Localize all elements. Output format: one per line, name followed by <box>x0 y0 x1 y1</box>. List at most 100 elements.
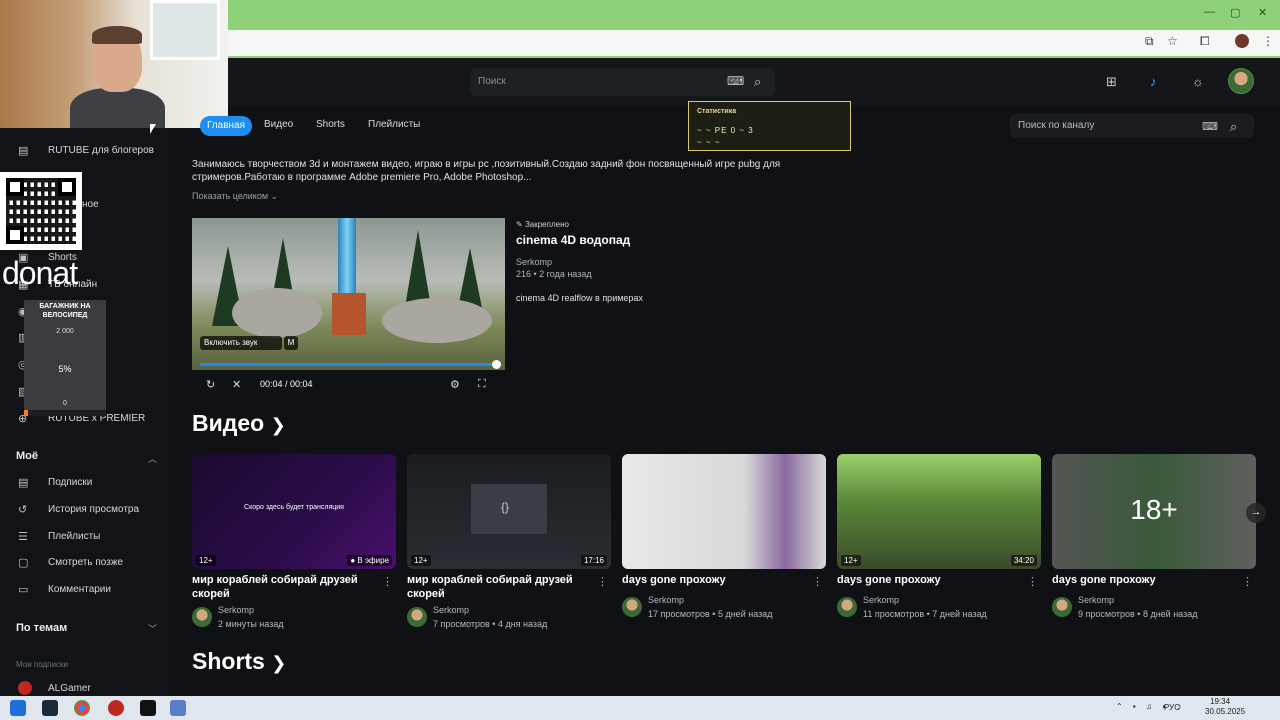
channel-description: Занимаюсь творчеством 3d и монтажем виде… <box>192 159 781 183</box>
channel-avatar[interactable] <box>1052 597 1072 617</box>
tab-shorts[interactable]: Shorts <box>316 119 345 130</box>
sidebar-item-label: RUTUBE для блогеров <box>48 145 154 156</box>
tab-playlists[interactable]: Плейлисты <box>368 119 420 130</box>
sidebar-item[interactable]: ▤ RUTUBE для блогеров <box>0 140 174 162</box>
windows-start-icon[interactable] <box>10 700 26 716</box>
video-author[interactable]: Serkomp <box>1078 595 1114 605</box>
taskbar <box>0 696 1280 720</box>
close-icon[interactable]: ✕ <box>1258 6 1267 19</box>
shorts-section-title[interactable]: Shorts ❯ <box>192 648 286 675</box>
video-author[interactable]: Serkomp <box>863 595 899 605</box>
tab-videos[interactable]: Видео <box>264 119 293 130</box>
video-author[interactable]: Serkomp <box>218 605 254 615</box>
more-options-icon[interactable]: ⋮ <box>1242 575 1253 588</box>
duration-badge: 17:16 <box>580 555 607 566</box>
video-thumbnail[interactable]: 18+ <box>1052 454 1256 569</box>
chrome-icon[interactable] <box>74 700 90 716</box>
video-author[interactable]: Serkomp <box>433 605 469 615</box>
sidebar-mine-item[interactable]: ↺ История просмотра <box>0 499 174 521</box>
player-scrubber[interactable] <box>492 360 501 369</box>
chevron-down-icon[interactable]: ﹀ <box>148 622 157 635</box>
user-avatar[interactable] <box>1228 68 1254 94</box>
channel-search-icon[interactable]: ⌕ <box>1230 119 1237 135</box>
sidebar-item-label: История просмотра <box>48 504 140 515</box>
maximize-icon[interactable]: ▢ <box>1230 6 1240 19</box>
sidebar-section-topics[interactable]: По темам <box>16 622 67 634</box>
address-bar-strip <box>228 28 1280 58</box>
channel-avatar[interactable] <box>192 607 212 627</box>
video-thumbnail[interactable]: Скоро здесь будет трансляция 12+ ● В эфире <box>192 454 396 569</box>
steam-icon[interactable] <box>42 700 58 716</box>
install-app-icon[interactable]: ⧉ <box>1145 34 1154 49</box>
mouse-cursor-icon <box>150 124 156 134</box>
notifications-icon[interactable]: ♪ <box>1150 74 1157 89</box>
video-title[interactable]: мир кораблей собирай друзей скорей <box>407 573 587 601</box>
video-thumbnail[interactable] <box>622 454 826 569</box>
chevron-up-icon[interactable]: ︿ <box>148 452 157 465</box>
fullscreen-icon[interactable]: ⛶ <box>478 378 486 391</box>
settings-gear-icon[interactable]: ⚙ <box>450 378 460 391</box>
upload-icon[interactable]: ⊞ <box>1106 74 1117 90</box>
goal-percent: 5% <box>58 364 72 374</box>
sidebar-mine-item[interactable]: ▭ Комментарии <box>0 579 174 601</box>
sidebar-mine-item[interactable]: ▢ Смотреть позже <box>0 552 174 574</box>
search-icon[interactable]: ⌕ <box>754 74 761 90</box>
video-title[interactable]: days gone прохожу <box>622 573 802 587</box>
video-author[interactable]: Serkomp <box>648 595 684 605</box>
show-more-link[interactable]: Показать целиком ⌄ <box>192 191 278 202</box>
pin-icon: ✎ <box>516 220 523 229</box>
more-options-icon[interactable]: ⋮ <box>597 575 608 588</box>
theme-toggle-icon[interactable]: ☼ <box>1192 74 1204 89</box>
channel-avatar[interactable] <box>622 597 642 617</box>
featured-video-author[interactable]: Serkomp <box>516 257 552 267</box>
stats-line-2: ~ ~ ~ <box>697 138 721 147</box>
chevron-right-icon: ❯ <box>271 653 287 673</box>
player-progress-bar[interactable] <box>200 363 497 366</box>
active-app-icon[interactable] <box>170 700 186 716</box>
featured-video-title[interactable]: cinema 4D водопад <box>516 233 630 247</box>
clock-time[interactable]: 19:34 <box>1210 697 1230 706</box>
stats-line-1: ~ ~ PE 0 ~ 3 <box>697 126 754 135</box>
address-bar[interactable] <box>228 30 1280 56</box>
mute-icon[interactable]: ✕ <box>232 378 241 391</box>
unmute-button[interactable]: Включить звук <box>200 336 282 350</box>
show-more-label: Показать целиком <box>192 191 269 201</box>
videos-section-title[interactable]: Видео ❯ <box>192 410 286 437</box>
terminal-icon[interactable] <box>140 700 156 716</box>
donat-label: donat <box>2 255 78 291</box>
extensions-icon[interactable]: ⧠ <box>1200 34 1210 49</box>
tab-home[interactable]: Главная <box>200 116 252 136</box>
clock-date[interactable]: 30.05.2025 <box>1205 707 1245 716</box>
more-options-icon[interactable]: ⋮ <box>812 575 823 588</box>
channel-avatar[interactable] <box>837 597 857 617</box>
bookmark-star-icon[interactable]: ☆ <box>1167 34 1178 48</box>
thumbnail-rock <box>382 298 492 343</box>
keyboard-icon[interactable]: ⌨ <box>727 74 744 88</box>
sidebar-item-icon: ▤ <box>18 145 29 157</box>
replay-icon[interactable]: ↻ <box>206 378 215 391</box>
channel-avatar[interactable] <box>407 607 427 627</box>
video-thumbnail[interactable]: 12+ 34:20 <box>837 454 1041 569</box>
goal-min: 0 <box>63 400 67 407</box>
featured-video-player[interactable]: Включить звук M ↻ ✕ 00:04 / 00:04 ⚙ ⛶ <box>192 218 505 398</box>
keyboard-language[interactable]: РУС <box>1164 703 1180 712</box>
video-meta: 17 просмотров • 5 дней назад <box>648 609 773 619</box>
sidebar-section-mine[interactable]: Моё <box>16 450 38 462</box>
carousel-next-icon[interactable]: → <box>1246 503 1266 523</box>
keyboard-icon[interactable]: ⌨ <box>1202 120 1218 133</box>
video-title[interactable]: days gone прохожу <box>837 573 1017 587</box>
browser-menu-icon[interactable]: ⋮ <box>1262 34 1274 48</box>
browser-profile-avatar[interactable] <box>1235 34 1249 48</box>
pinned-label: Закреплено <box>524 220 569 229</box>
shorts-section-label: Shorts <box>192 648 265 674</box>
more-options-icon[interactable]: ⋮ <box>1027 575 1038 588</box>
duration-badge: ● В эфире <box>347 555 392 566</box>
app-icon[interactable] <box>108 700 124 716</box>
more-options-icon[interactable]: ⋮ <box>382 575 393 588</box>
video-thumbnail[interactable]: {} 12+ 17:16 <box>407 454 611 569</box>
video-title[interactable]: days gone прохожу <box>1052 573 1232 587</box>
minimize-icon[interactable]: — <box>1204 6 1215 18</box>
sidebar-mine-item[interactable]: ▤ Подписки <box>0 472 174 494</box>
video-title[interactable]: мир кораблей собирай друзей скорей <box>192 573 372 601</box>
sidebar-mine-item[interactable]: ☰ Плейлисты <box>0 526 174 548</box>
